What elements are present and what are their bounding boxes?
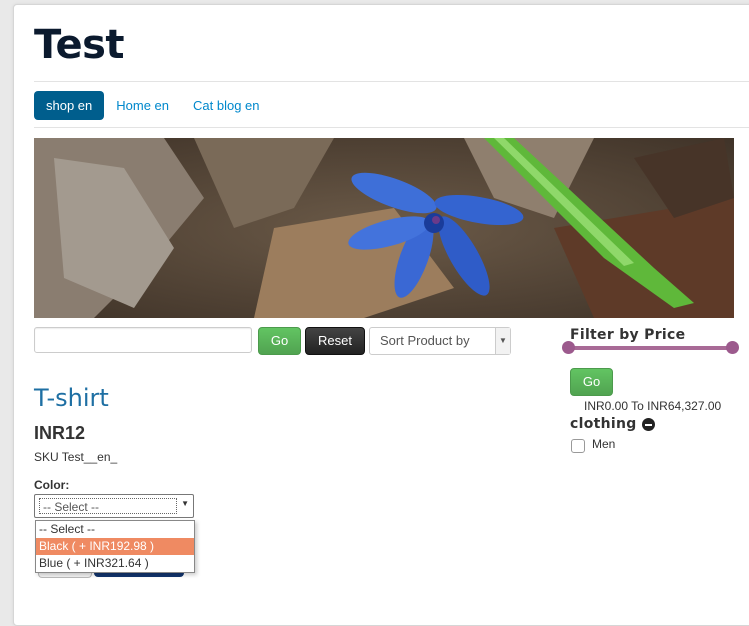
search-go-button[interactable]: Go: [258, 327, 301, 355]
filter-go-button[interactable]: Go: [570, 368, 613, 396]
category-title-label: clothing: [570, 416, 637, 432]
product-price: INR12: [34, 423, 86, 443]
main-nav: shop en Home en Cat blog en: [34, 91, 272, 120]
divider: [34, 127, 749, 128]
price-slider-min-handle[interactable]: [562, 341, 575, 354]
site-title: Test: [34, 22, 125, 68]
category-title[interactable]: clothing: [570, 416, 655, 432]
reset-button[interactable]: Reset: [305, 327, 365, 355]
sort-select[interactable]: Sort Product by ▼: [369, 327, 511, 355]
price-slider-max-handle[interactable]: [726, 341, 739, 354]
search-input[interactable]: [34, 327, 252, 353]
minus-circle-icon[interactable]: [641, 417, 655, 431]
nav-item-cat-blog[interactable]: Cat blog en: [181, 91, 272, 120]
filter-title: Filter by Price: [570, 327, 686, 343]
chevron-down-icon: ▼: [181, 499, 189, 508]
color-select[interactable]: -- Select -- ▼: [34, 494, 194, 518]
nav-item-shop[interactable]: shop en: [34, 91, 105, 120]
chevron-down-icon: ▼: [495, 328, 510, 354]
color-option[interactable]: Black ( + INR192.98 ): [36, 538, 194, 555]
banner-image: [34, 138, 734, 318]
category-checkbox-men[interactable]: [571, 439, 585, 453]
color-option[interactable]: Blue ( + INR321.64 ): [36, 555, 194, 572]
nav-item-home[interactable]: Home en: [104, 91, 181, 120]
price-range-text: INR0.00 To INR64,327.00: [584, 399, 722, 413]
color-option[interactable]: -- Select --: [36, 521, 194, 538]
sort-select-value: Sort Product by: [380, 333, 470, 348]
product-title[interactable]: T-shirt: [34, 384, 109, 412]
category-label-men: Men: [592, 437, 616, 451]
price-slider-track[interactable]: [568, 346, 732, 350]
color-label: Color:: [34, 478, 70, 492]
color-dropdown-list: -- Select -- Black ( + INR192.98 ) Blue …: [35, 520, 195, 573]
product-sku: SKU Test__en_: [34, 450, 118, 464]
color-select-value: -- Select --: [39, 498, 177, 514]
divider: [34, 81, 749, 82]
